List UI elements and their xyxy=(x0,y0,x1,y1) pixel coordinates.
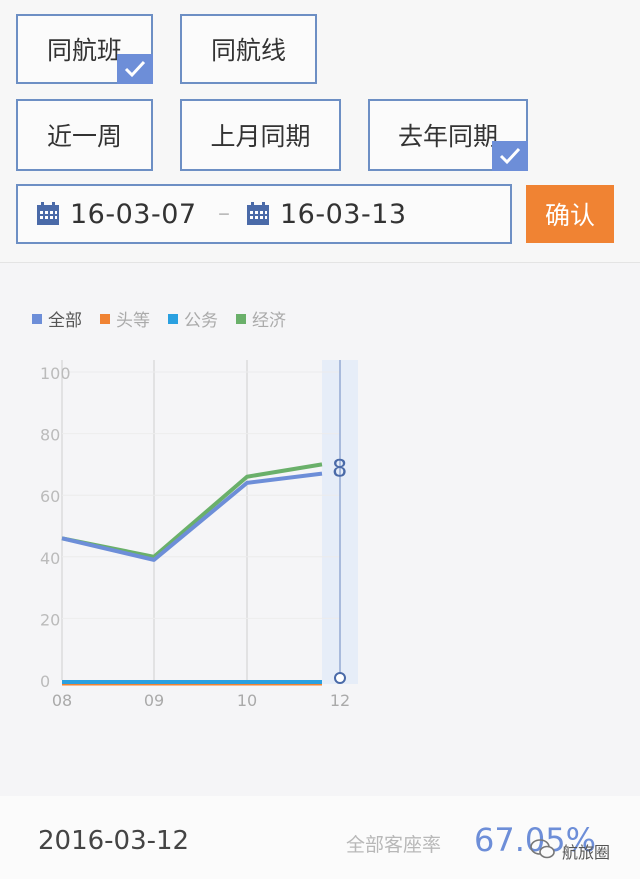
checkmark-icon xyxy=(492,141,528,171)
filter-panel: 同航班 同航线 近一周 上月同期 去年同期 16-03-07 – 16-03-1… xyxy=(0,0,640,262)
legend-swatch xyxy=(236,313,246,324)
x-tick-label: 09 xyxy=(144,691,164,710)
y-tick-label: 20 xyxy=(40,610,60,629)
date-range-field[interactable]: 16-03-07 – 16-03-13 xyxy=(16,184,512,244)
filter-last-month[interactable]: 上月同期 xyxy=(180,99,341,171)
x-tick-label: 08 xyxy=(52,691,72,710)
highlight-label: 8 xyxy=(332,454,347,482)
x-tick-label: 10 xyxy=(237,691,257,710)
legend-label: 全部 xyxy=(48,311,82,331)
highlight-point xyxy=(334,672,346,684)
filter-same-route[interactable]: 同航线 xyxy=(180,14,317,84)
legend-label: 经济 xyxy=(252,311,286,331)
legend-item-all[interactable]: 全部 xyxy=(32,306,82,331)
filter-last-week[interactable]: 近一周 xyxy=(16,99,153,171)
y-tick-label: 80 xyxy=(40,426,60,445)
line-chart[interactable]: 100 80 60 40 20 008 09 10 12 8 xyxy=(0,340,640,720)
watermark-text: 航旅圈 xyxy=(562,843,611,862)
date-separator: – xyxy=(218,199,230,227)
filter-same-flight[interactable]: 同航班 xyxy=(16,14,153,84)
filter-last-week-label: 近一周 xyxy=(46,122,122,151)
start-date[interactable]: 16-03-07 xyxy=(70,199,197,230)
calendar-icon[interactable] xyxy=(36,202,60,230)
legend-label: 公务 xyxy=(184,311,218,331)
y-tick-label: 100 xyxy=(40,364,71,383)
x-tick-label: 12 xyxy=(330,691,350,710)
divider xyxy=(0,262,640,263)
y-tick-label: 60 xyxy=(40,487,60,506)
selected-date: 2016-03-12 xyxy=(38,826,190,856)
y-tick-label: 40 xyxy=(40,549,60,568)
legend-item-economy[interactable]: 经济 xyxy=(236,306,286,331)
legend-label: 头等 xyxy=(116,311,150,331)
wechat-icon xyxy=(530,838,556,864)
series-line-all xyxy=(61,471,323,562)
checkmark-icon xyxy=(117,54,153,84)
legend-swatch xyxy=(168,313,178,324)
filter-last-month-label: 上月同期 xyxy=(210,122,311,151)
y-tick-label: 0 xyxy=(40,672,50,691)
filter-last-year-label: 去年同期 xyxy=(397,122,498,151)
calendar-icon[interactable] xyxy=(246,202,270,230)
filter-same-route-label: 同航线 xyxy=(210,36,286,65)
legend-item-first[interactable]: 头等 xyxy=(100,306,150,331)
legend-item-business[interactable]: 公务 xyxy=(168,306,218,331)
filter-last-year[interactable]: 去年同期 xyxy=(368,99,528,171)
filter-same-flight-label: 同航班 xyxy=(46,36,122,65)
metric-label: 全部客座率 xyxy=(346,834,442,856)
chart-legend: 全部 头等 公务 经济 xyxy=(32,306,286,331)
legend-swatch xyxy=(100,313,110,324)
confirm-button[interactable]: 确认 xyxy=(526,185,614,243)
end-date[interactable]: 16-03-13 xyxy=(280,199,407,230)
legend-swatch xyxy=(32,313,42,324)
watermark: 航旅圈 xyxy=(530,834,626,868)
